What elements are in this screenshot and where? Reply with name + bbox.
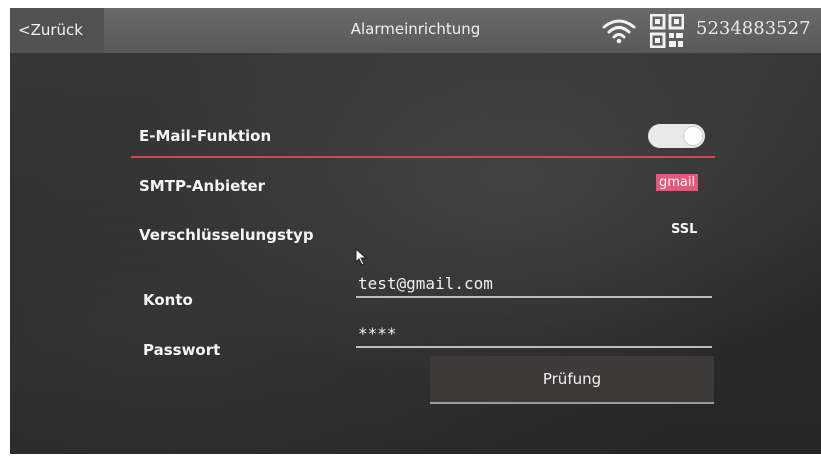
wifi-icon <box>602 19 636 44</box>
password-input[interactable] <box>356 320 712 348</box>
email-function-toggle[interactable] <box>648 124 705 148</box>
password-label: Passwort <box>143 341 221 359</box>
back-button[interactable]: <Zurück <box>10 8 104 53</box>
encryption-type-label: Verschlüsselungstyp <box>139 226 314 244</box>
alarm-setup-screen: Alarmeinrichtung <Zurück 5234883527 E-Ma… <box>10 8 821 454</box>
qr-code-icon[interactable] <box>650 14 684 48</box>
device-id: 5234883527 <box>696 18 811 39</box>
top-bar: Alarmeinrichtung <Zurück 5234883527 <box>10 8 821 53</box>
toggle-knob <box>684 127 702 145</box>
smtp-provider-value[interactable]: gmail <box>656 174 699 191</box>
account-label: Konto <box>143 291 193 309</box>
smtp-provider-label: SMTP-Anbieter <box>139 177 265 195</box>
check-button[interactable]: Prüfung <box>430 356 714 404</box>
mouse-cursor-icon <box>355 248 368 266</box>
account-input[interactable] <box>356 270 712 298</box>
encryption-type-value[interactable]: SSL <box>671 222 697 237</box>
selected-row-divider <box>131 156 715 158</box>
email-function-label: E-Mail-Funktion <box>139 127 272 145</box>
